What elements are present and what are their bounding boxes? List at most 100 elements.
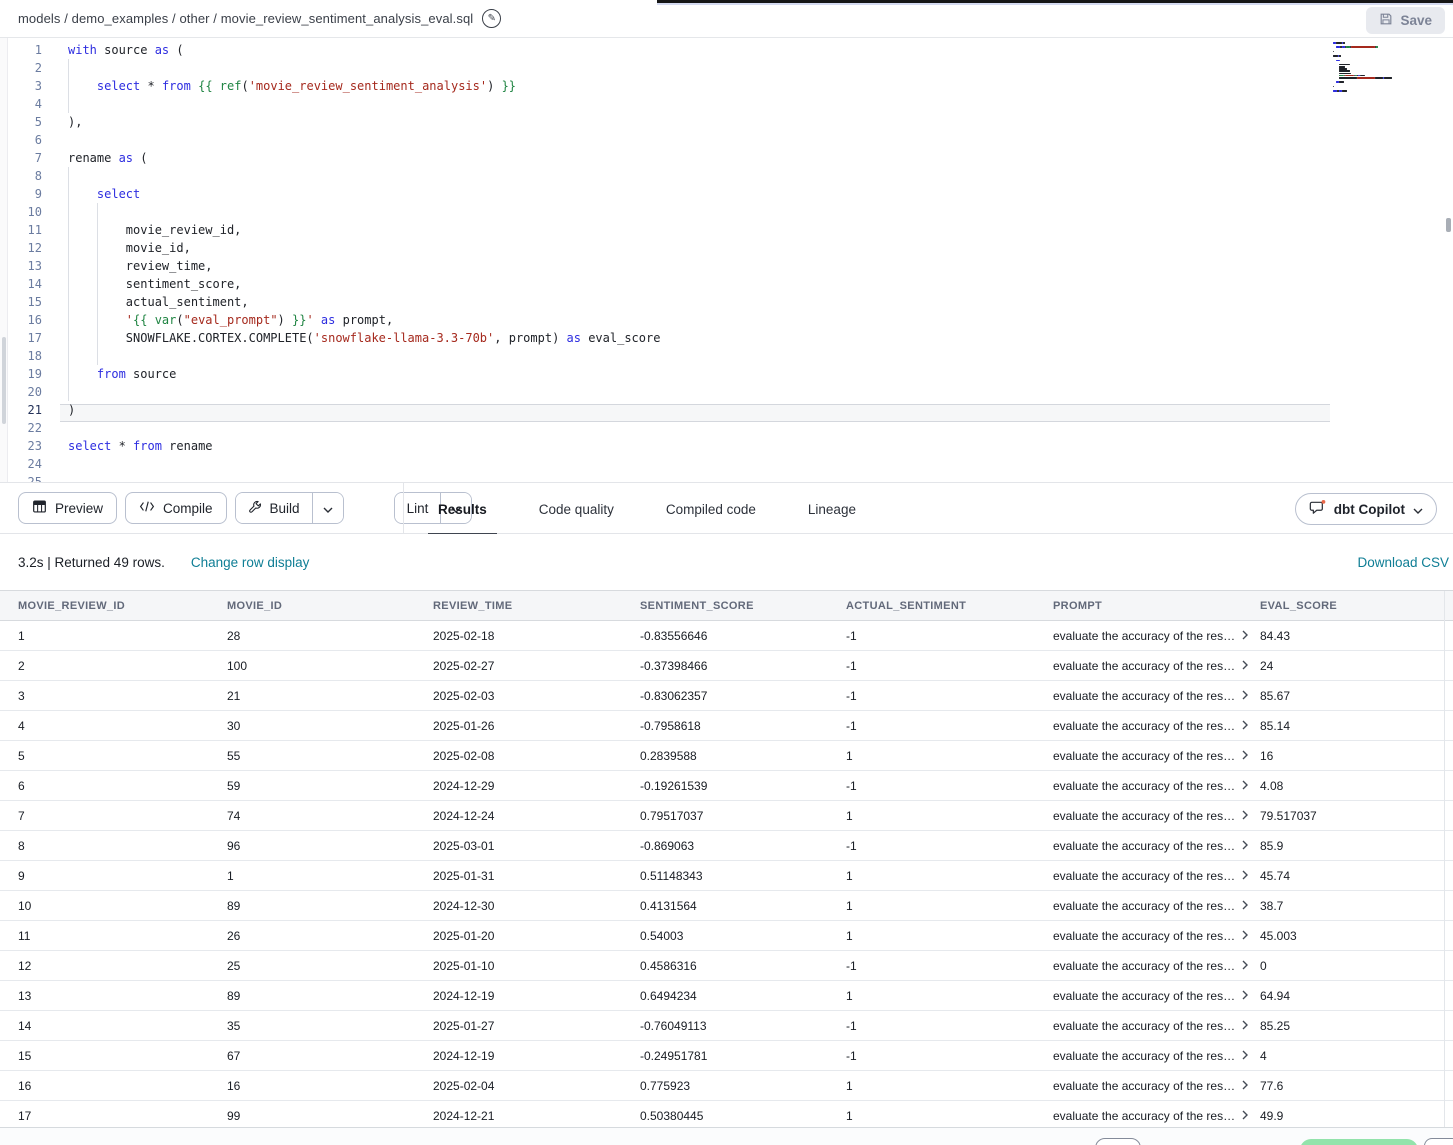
editor-scrollbar-thumb[interactable] xyxy=(1446,218,1451,232)
cell: 12 xyxy=(18,959,227,973)
expand-value-chevron-icon[interactable] xyxy=(1242,780,1248,790)
code-line: 21) xyxy=(0,401,1340,419)
code-text: rename as ( xyxy=(42,151,147,165)
tab-lineage[interactable]: Lineage xyxy=(798,483,866,535)
prompt-text: evaluate the accuracy of the res… xyxy=(1053,779,1235,793)
code-line: 9 select xyxy=(0,185,1340,203)
code-line: 25 xyxy=(0,473,1340,482)
cell: 0.50380445 xyxy=(640,1109,846,1123)
partial-button[interactable] xyxy=(1095,1138,1141,1145)
table-scrollbar-track[interactable] xyxy=(1444,591,1445,1127)
column-header-review_time: REVIEW_TIME xyxy=(433,600,640,612)
copilot-label: dbt Copilot xyxy=(1334,502,1405,517)
cell: 1 xyxy=(846,749,1053,763)
cell: 1 xyxy=(846,1079,1053,1093)
expand-value-chevron-icon[interactable] xyxy=(1242,690,1248,700)
line-number: 8 xyxy=(0,169,42,183)
tab-compiled-code[interactable]: Compiled code xyxy=(656,483,766,535)
table-row: 15672024-12-19-0.24951781-1evaluate the … xyxy=(0,1041,1453,1071)
expand-value-chevron-icon[interactable] xyxy=(1242,990,1248,1000)
eval-score-cell: 64.94 xyxy=(1260,989,1453,1003)
expand-value-chevron-icon[interactable] xyxy=(1242,1080,1248,1090)
toolbar-buttons: Preview Compile Build xyxy=(0,492,472,524)
chevron-down-icon xyxy=(323,501,333,516)
cell: 1 xyxy=(846,929,1053,943)
chevron-down-icon xyxy=(1413,502,1423,517)
code-editor[interactable]: 1with source as (23 select * from {{ ref… xyxy=(0,38,1453,482)
expand-value-chevron-icon[interactable] xyxy=(1242,810,1248,820)
download-csv-link[interactable]: Download CSV xyxy=(1357,555,1449,570)
line-number: 1 xyxy=(0,43,42,57)
dbt-copilot-button[interactable]: dbt Copilot xyxy=(1295,493,1437,525)
line-number: 9 xyxy=(0,187,42,201)
expand-value-chevron-icon[interactable] xyxy=(1242,870,1248,880)
code-line: 23select * from rename xyxy=(0,437,1340,455)
cell: 1 xyxy=(227,869,433,883)
editor-toolbar: Preview Compile Build xyxy=(0,482,1453,534)
editor-minimap[interactable] xyxy=(1333,42,1429,97)
cell: 2025-02-18 xyxy=(433,629,640,643)
prompt-text: evaluate the accuracy of the res… xyxy=(1053,1109,1235,1123)
cell: 9 xyxy=(18,869,227,883)
prompt-cell: evaluate the accuracy of the res… xyxy=(1053,929,1260,943)
code-line: 14 sentiment_score, xyxy=(0,275,1340,293)
cell: 26 xyxy=(227,929,433,943)
column-header-prompt: PROMPT xyxy=(1053,600,1260,612)
cell: 0.51148343 xyxy=(640,869,846,883)
code-text: select * from {{ ref('movie_review_senti… xyxy=(42,79,516,93)
expand-value-chevron-icon[interactable] xyxy=(1242,720,1248,730)
cell: 5 xyxy=(18,749,227,763)
expand-value-chevron-icon[interactable] xyxy=(1242,1110,1248,1120)
cell: 1 xyxy=(18,629,227,643)
tab-results[interactable]: Results xyxy=(428,483,497,535)
prompt-cell: evaluate the accuracy of the res… xyxy=(1053,1079,1260,1093)
expand-value-chevron-icon[interactable] xyxy=(1242,900,1248,910)
table-row: 12252025-01-100.4586316-1evaluate the ac… xyxy=(0,951,1453,981)
eval-score-cell: 24 xyxy=(1260,659,1453,673)
breadcrumb[interactable]: models / demo_examples / other / movie_r… xyxy=(18,11,473,26)
eval-score-cell: 85.25 xyxy=(1260,1019,1453,1033)
cell: 21 xyxy=(227,689,433,703)
line-number: 10 xyxy=(0,205,42,219)
expand-value-chevron-icon[interactable] xyxy=(1242,750,1248,760)
partial-button[interactable] xyxy=(1424,1138,1453,1145)
cell: 0.79517037 xyxy=(640,809,846,823)
cell: 89 xyxy=(227,989,433,1003)
expand-value-chevron-icon[interactable] xyxy=(1242,840,1248,850)
eval-score-cell: 84.43 xyxy=(1260,629,1453,643)
expand-value-chevron-icon[interactable] xyxy=(1242,1050,1248,1060)
expand-value-chevron-icon[interactable] xyxy=(1242,960,1248,970)
compile-button[interactable]: Compile xyxy=(125,492,227,524)
line-number: 18 xyxy=(0,349,42,363)
partial-green-pill-button[interactable] xyxy=(1300,1139,1418,1145)
line-number: 22 xyxy=(0,421,42,435)
tab-code-quality[interactable]: Code quality xyxy=(529,483,624,535)
cell: 15 xyxy=(18,1049,227,1063)
expand-value-chevron-icon[interactable] xyxy=(1242,1020,1248,1030)
code-line: 8 xyxy=(0,167,1340,185)
preview-button[interactable]: Preview xyxy=(18,492,117,524)
cell: 2024-12-29 xyxy=(433,779,640,793)
prompt-text: evaluate the accuracy of the res… xyxy=(1053,659,1235,673)
build-button[interactable]: Build xyxy=(236,493,312,523)
save-button[interactable]: Save xyxy=(1366,7,1445,34)
build-label: Build xyxy=(270,501,300,516)
column-header-eval_score: EVAL_SCORE xyxy=(1260,600,1453,612)
cell: 1 xyxy=(846,989,1053,1003)
expand-value-chevron-icon[interactable] xyxy=(1242,930,1248,940)
cell: -0.37398466 xyxy=(640,659,846,673)
code-brackets-icon xyxy=(139,500,155,516)
expand-value-chevron-icon[interactable] xyxy=(1242,630,1248,640)
prompt-cell: evaluate the accuracy of the res… xyxy=(1053,689,1260,703)
line-number: 13 xyxy=(0,259,42,273)
prompt-cell: evaluate the accuracy of the res… xyxy=(1053,749,1260,763)
change-row-display-link[interactable]: Change row display xyxy=(191,555,310,570)
line-number: 16 xyxy=(0,313,42,327)
expand-value-chevron-icon[interactable] xyxy=(1242,660,1248,670)
prompt-text: evaluate the accuracy of the res… xyxy=(1053,719,1235,733)
table-grid-icon xyxy=(32,499,47,517)
code-lines: 1with source as (23 select * from {{ ref… xyxy=(0,41,1340,482)
prompt-text: evaluate the accuracy of the res… xyxy=(1053,629,1235,643)
build-dropdown-button[interactable] xyxy=(312,493,343,523)
cell: 2025-03-01 xyxy=(433,839,640,853)
